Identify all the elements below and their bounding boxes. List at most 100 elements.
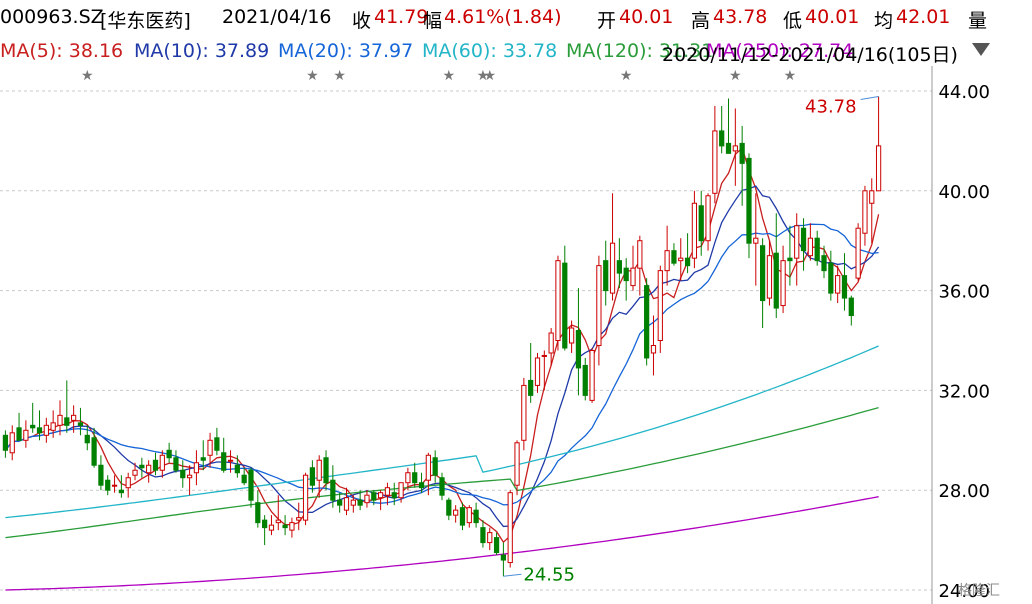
candle-up	[398, 482, 404, 499]
candle-down	[282, 524, 288, 529]
candle-up	[657, 270, 663, 341]
change-label: 幅	[423, 10, 443, 32]
candle-down	[800, 227, 807, 252]
candle-down	[575, 330, 582, 369]
candle-down	[814, 237, 820, 262]
candle-up	[466, 507, 472, 524]
ma20-legend: MA(20): 37.97	[278, 40, 414, 62]
candle-down	[616, 260, 622, 274]
candle-up	[609, 242, 616, 294]
stock-code: 000963.SZ	[0, 6, 104, 28]
candle-up	[596, 265, 602, 346]
candle-up	[302, 474, 309, 521]
y-tick-label: 44.00	[938, 82, 990, 103]
y-tick-label: 28.00	[938, 481, 990, 502]
candle-up	[57, 414, 63, 426]
candle-up	[875, 145, 882, 192]
candle-up	[637, 240, 643, 269]
candle-down	[330, 479, 336, 501]
candle-up	[384, 487, 391, 496]
candle-up	[862, 190, 868, 234]
candle-down	[309, 467, 316, 486]
candle-up	[650, 344, 657, 354]
volume-label: 量	[968, 10, 988, 32]
candle-down	[77, 422, 84, 426]
candle-down	[671, 250, 677, 264]
event-star: ★	[483, 68, 496, 84]
candle-down	[582, 364, 588, 396]
candle-down	[446, 499, 452, 516]
high-label: 高	[691, 10, 711, 32]
ma-legend: MA(5): 38.16 MA(10): 37.89 MA(20): 37.97…	[0, 38, 1032, 66]
ma5-legend: MA(5): 38.16	[0, 40, 124, 62]
candle-up	[712, 130, 718, 194]
dropdown-arrow-icon[interactable]	[972, 43, 990, 56]
y-tick-label: 40.00	[938, 182, 990, 203]
candle-down	[500, 554, 507, 561]
candle-up	[159, 454, 165, 471]
avg-value: 42.01	[896, 6, 951, 28]
candle-up	[753, 237, 759, 244]
candle-down	[118, 489, 124, 494]
low-value: 40.01	[805, 6, 860, 28]
candle-up	[23, 429, 29, 441]
candle-down	[98, 464, 104, 486]
watermark: 格隆汇	[958, 583, 1000, 599]
candle-down	[603, 260, 609, 292]
candle-down	[473, 509, 479, 524]
candle-down	[698, 205, 704, 242]
candle-down	[760, 245, 766, 302]
candle-down	[221, 452, 227, 471]
candle-down	[337, 499, 343, 506]
candle-up	[132, 469, 138, 476]
candle-up	[111, 484, 118, 487]
candle-up	[766, 255, 773, 299]
candle-up	[869, 190, 875, 204]
candle-up	[732, 145, 738, 152]
event-star: ★	[306, 68, 319, 84]
candle-up	[425, 454, 431, 481]
candle-down	[357, 499, 363, 506]
candle-up	[807, 237, 813, 257]
stock-name: [华东医药]	[100, 10, 191, 32]
event-star: ★	[333, 68, 346, 84]
event-star: ★	[443, 68, 456, 84]
ma20-line	[4, 223, 879, 506]
open-value: 40.01	[619, 6, 674, 28]
candle-up	[125, 477, 131, 489]
candle-down	[371, 492, 377, 501]
candle-up	[780, 260, 786, 307]
high-value: 43.78	[713, 6, 768, 28]
candle-up	[507, 492, 513, 564]
candle-up	[193, 462, 200, 474]
candle-down	[725, 142, 732, 154]
candle-down	[214, 437, 220, 451]
candle-up	[514, 442, 520, 486]
candle-up	[630, 267, 636, 287]
min-annotation: 24.55	[523, 564, 575, 585]
candle-down	[828, 262, 834, 294]
candle-down	[418, 482, 425, 489]
candle-up	[71, 414, 77, 421]
candle-down	[180, 469, 186, 479]
candle-down	[848, 297, 854, 317]
candle-up	[794, 225, 800, 259]
candle-down	[200, 457, 206, 461]
candle-up	[186, 474, 193, 479]
y-tick-label: 36.00	[938, 282, 990, 303]
candle-down	[139, 464, 145, 469]
candle-up	[275, 519, 281, 524]
candle-up	[541, 354, 547, 357]
candle-down	[84, 434, 90, 444]
candle-up	[296, 517, 302, 521]
candle-down	[439, 477, 445, 496]
candle-down	[64, 417, 70, 426]
event-star: ★	[620, 68, 633, 84]
close-label: 收	[352, 10, 372, 32]
candle-up	[589, 349, 595, 401]
candle-up	[548, 332, 554, 354]
candle-up	[521, 384, 527, 441]
candle-down	[36, 427, 43, 434]
candle-down	[493, 537, 500, 554]
ma10-legend: MA(10): 37.89	[134, 40, 270, 62]
